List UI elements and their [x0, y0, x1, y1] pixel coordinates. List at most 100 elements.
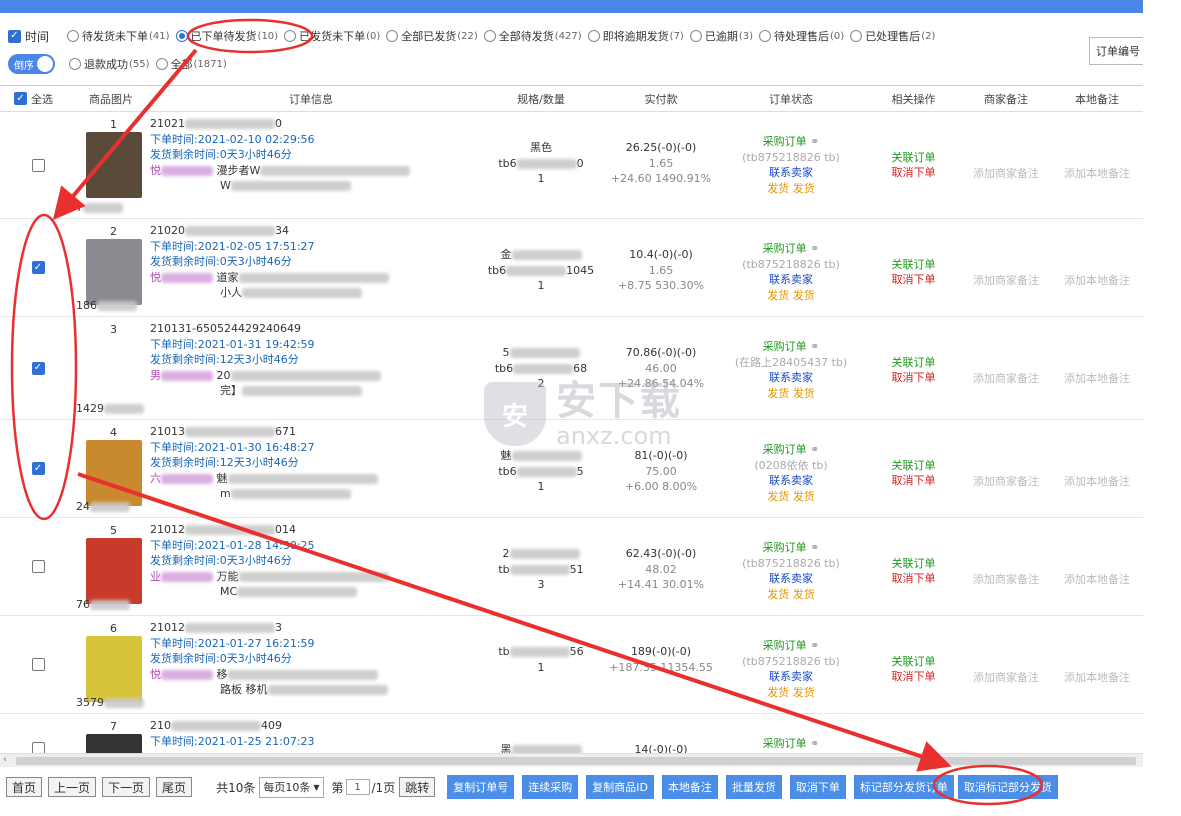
shop-name[interactable]: 业 [150, 570, 161, 583]
shop-name[interactable]: 悦 [150, 668, 161, 681]
row-checkbox[interactable]: ✓ [31, 261, 45, 274]
status-filter-radio-3[interactable]: 全部已发货 (22) [386, 28, 478, 44]
ship-links[interactable]: 发货 发货 [716, 587, 866, 603]
contact-seller-link[interactable]: 联系卖家 [716, 571, 866, 587]
row-checkbox[interactable] [31, 658, 45, 671]
row-checkbox[interactable]: ✓ [31, 361, 45, 375]
copy-product-id-button[interactable]: 复制商品ID [586, 775, 654, 799]
add-merchant-note-link[interactable] [961, 714, 1051, 753]
shop-name[interactable]: 六 [150, 472, 161, 485]
shop-name[interactable]: 悦 [150, 271, 161, 284]
horizontal-scrollbar[interactable]: ‹ [0, 753, 1143, 767]
shop-name[interactable]: 男 [150, 369, 161, 382]
add-merchant-note-link[interactable]: 添加商家备注 [961, 420, 1051, 489]
ship-links[interactable]: 发货 发货 [716, 288, 866, 304]
link-order-button[interactable]: 关联订单 [866, 654, 961, 669]
cancel-order-button[interactable]: 取消下单 [866, 571, 961, 586]
jump-button[interactable]: 跳转 [399, 777, 436, 797]
order-id[interactable]: 21012 3 [150, 620, 476, 636]
contact-seller-link[interactable]: 联系卖家 [716, 669, 866, 685]
order-id[interactable]: 210 409 [150, 718, 476, 734]
order-id[interactable]: 21012 014 [150, 522, 476, 538]
product-thumbnail[interactable] [86, 239, 142, 305]
status-filter-radio-2[interactable]: 已发货未下单 (0) [284, 28, 380, 44]
contact-seller-link[interactable]: 联系卖家 [716, 370, 866, 386]
unmark-partial-shipped-button[interactable]: 取消标记部分发货 [957, 775, 1058, 799]
cancel-order-button[interactable]: 取消下单 [866, 165, 961, 180]
cancel-order-button[interactable]: 取消下单 [866, 272, 961, 287]
purchase-order-status[interactable]: 采购订单 ⚭ [716, 339, 866, 355]
status-filter-extra-radio-1[interactable]: 全部 (1871) [155, 56, 227, 72]
product-thumbnail[interactable] [86, 337, 142, 403]
row-checkbox[interactable] [31, 742, 45, 753]
status-filter-extra-radio-0[interactable]: 退款成功 (55) [69, 56, 150, 72]
product-thumbnail[interactable] [86, 538, 142, 604]
row-checkbox[interactable] [31, 560, 45, 573]
row-checkbox[interactable]: ✓ [31, 462, 45, 475]
link-order-button[interactable]: 关联订单 [866, 150, 961, 165]
next-page-button[interactable]: 下一页 [102, 777, 151, 797]
copy-order-id-button[interactable]: 复制订单号 [447, 775, 515, 799]
sort-order-toggle[interactable]: 倒序 [8, 54, 55, 74]
add-merchant-note-link[interactable]: 添加商家备注 [961, 616, 1051, 685]
batch-ship-button[interactable]: 批量发货 [725, 775, 782, 799]
link-order-button[interactable]: 关联订单 [866, 355, 961, 370]
per-page-select[interactable]: 每页10条 ▼ [259, 776, 324, 798]
status-filter-radio-8[interactable]: 已处理售后 (2) [850, 28, 935, 44]
product-thumbnail[interactable] [86, 734, 142, 753]
status-filter-radio-6[interactable]: 已逾期 (3) [689, 28, 753, 44]
add-merchant-note-link[interactable]: 添加商家备注 [961, 112, 1051, 181]
cancel-order-button[interactable]: 取消下单 [866, 370, 961, 385]
mark-partial-shipped-button[interactable]: 标记部分发货订单 [853, 775, 954, 799]
add-merchant-note-link[interactable]: 添加商家备注 [961, 317, 1051, 386]
add-local-note-link[interactable]: 添加本地备注 [1051, 112, 1143, 181]
add-merchant-note-link[interactable]: 添加商家备注 [961, 518, 1051, 587]
status-filter-radio-4[interactable]: 全部待发货 (427) [483, 28, 582, 44]
ship-links[interactable]: 发货 发货 [716, 386, 866, 402]
add-local-note-link[interactable]: 添加本地备注 [1051, 616, 1143, 685]
product-thumbnail[interactable] [86, 132, 142, 198]
purchase-order-status[interactable]: 采购订单 ⚭ [716, 736, 866, 752]
order-id[interactable]: 21021 0 [150, 116, 476, 132]
order-id[interactable]: 210131-650524429240649 [150, 321, 476, 337]
continuous-purchase-button[interactable]: 连续采购 [522, 775, 579, 799]
shop-name[interactable]: 悦 [150, 164, 161, 177]
add-local-note-link[interactable] [1051, 714, 1143, 753]
add-local-note-link[interactable]: 添加本地备注 [1051, 518, 1143, 587]
scroll-left-icon[interactable]: ‹ [3, 754, 7, 765]
cancel-order-button[interactable]: 取消下单 [866, 669, 961, 684]
prev-page-button[interactable]: 上一页 [48, 777, 97, 797]
contact-seller-link[interactable]: 联系卖家 [716, 473, 866, 489]
first-page-button[interactable]: 首页 [6, 777, 43, 797]
page-input[interactable]: 1 [345, 779, 370, 795]
add-local-note-link[interactable]: 添加本地备注 [1051, 317, 1143, 386]
add-merchant-note-link[interactable]: 添加商家备注 [961, 219, 1051, 288]
add-local-note-link[interactable]: 添加本地备注 [1051, 219, 1143, 288]
select-all-checkbox[interactable]: ✓ [14, 92, 27, 105]
purchase-order-status[interactable]: 采购订单 ⚭ [716, 638, 866, 654]
purchase-order-status[interactable]: 采购订单 ⚭ [716, 540, 866, 556]
order-id[interactable]: 21020 34 [150, 223, 476, 239]
time-checkbox[interactable]: ✓ [8, 29, 21, 43]
last-page-button[interactable]: 尾页 [156, 777, 193, 797]
product-thumbnail[interactable] [86, 440, 142, 506]
sort-field-select[interactable]: 订单编号 [1089, 37, 1143, 65]
cancel-order-button[interactable]: 取消下单 [789, 775, 846, 799]
status-filter-radio-7[interactable]: 待处理售后 (0) [759, 28, 844, 44]
order-id[interactable]: 21013 671 [150, 424, 476, 440]
scrollbar-thumb[interactable] [16, 757, 1136, 765]
product-thumbnail[interactable] [86, 636, 142, 702]
purchase-order-status[interactable]: 采购订单 ⚭ [716, 442, 866, 458]
ship-links[interactable]: 发货 发货 [716, 685, 866, 701]
link-order-button[interactable]: 关联订单 [866, 257, 961, 272]
local-note-button[interactable]: 本地备注 [661, 775, 718, 799]
ship-links[interactable]: 发货 发货 [716, 489, 866, 505]
status-filter-radio-0[interactable]: 待发货未下单 (41) [67, 28, 170, 44]
link-order-button[interactable]: 关联订单 [866, 556, 961, 571]
row-checkbox[interactable] [31, 158, 45, 172]
cancel-order-button[interactable]: 取消下单 [866, 473, 961, 488]
add-local-note-link[interactable]: 添加本地备注 [1051, 420, 1143, 489]
status-filter-radio-5[interactable]: 即将逾期发货 (7) [587, 28, 684, 44]
contact-seller-link[interactable]: 联系卖家 [716, 165, 866, 181]
contact-seller-link[interactable]: 联系卖家 [716, 272, 866, 288]
